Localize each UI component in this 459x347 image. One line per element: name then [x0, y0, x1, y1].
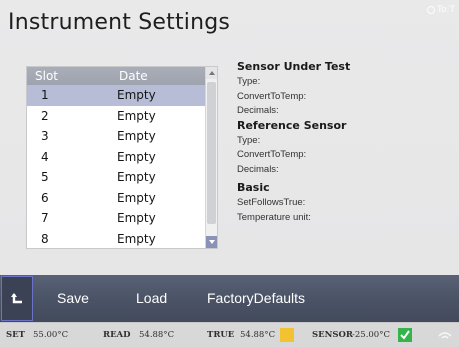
- slot-table-scrollbar[interactable]: [205, 67, 217, 248]
- ref-type-label: Type:: [237, 134, 261, 146]
- slot-cell: 3: [41, 129, 49, 143]
- sensor-label: SENSOR: [312, 330, 353, 340]
- date-cell: Empty: [117, 231, 156, 246]
- scroll-down-icon[interactable]: [206, 236, 217, 248]
- set-follows-true-label: SetFollowsTrue:: [237, 197, 306, 208]
- sensor-value: -25.00°C: [352, 330, 390, 340]
- read-value: 54.88°C: [139, 330, 175, 340]
- scrollbar-thumb[interactable]: [207, 82, 216, 224]
- load-button[interactable]: Load: [136, 290, 167, 306]
- set-label: SET: [6, 330, 25, 340]
- table-row[interactable]: 3 Empty: [27, 126, 207, 147]
- sensor-under-test-heading: Sensor Under Test: [237, 60, 351, 73]
- clock-text: To:T: [436, 5, 455, 15]
- bottom-toolbar: Save Load FactoryDefaults: [0, 275, 459, 322]
- table-row[interactable]: 7 Empty: [27, 208, 207, 229]
- slot-cell: 7: [41, 211, 49, 225]
- ref-convert-label: ConvertToTemp:: [237, 149, 307, 160]
- connection-icon: [438, 332, 452, 339]
- reference-sensor-heading: Reference Sensor: [237, 118, 347, 132]
- table-row[interactable]: 5 Empty: [27, 167, 207, 188]
- date-cell: Empty: [117, 190, 156, 205]
- back-button[interactable]: [1, 276, 33, 321]
- slot-cell: 6: [41, 190, 49, 205]
- factory-defaults-button[interactable]: FactoryDefaults: [207, 290, 305, 306]
- instrument-settings-screen: Instrument Settings To:T Slot Date 1 Emp…: [0, 0, 459, 347]
- table-row[interactable]: 2 Empty: [27, 106, 207, 127]
- date-cell: Empty: [117, 108, 156, 123]
- table-row[interactable]: 8 Empty: [27, 229, 207, 250]
- sut-convert-label: ConvertToTemp:: [237, 90, 307, 102]
- table-row[interactable]: 6 Empty: [27, 188, 207, 209]
- slot-cell: 1: [41, 88, 49, 102]
- slot-cell: 5: [41, 170, 49, 184]
- true-label: TRUE: [207, 330, 235, 340]
- date-cell: Empty: [117, 88, 156, 102]
- date-cell: Empty: [117, 211, 156, 225]
- slot-cell: 4: [41, 149, 49, 164]
- sut-decimals-label: Decimals:: [237, 105, 279, 116]
- scroll-up-icon[interactable]: [206, 67, 217, 79]
- date-cell: Empty: [117, 149, 156, 164]
- warning-status-indicator: [280, 328, 294, 342]
- page-title: Instrument Settings: [8, 10, 231, 35]
- basic-heading: Basic: [237, 181, 270, 194]
- ref-decimals-label: Decimals:: [237, 163, 279, 175]
- slot-cell: 2: [41, 108, 49, 123]
- sut-type-label: Type:: [237, 76, 261, 87]
- slot-cell: 8: [41, 231, 49, 246]
- column-header-date: Date: [119, 69, 148, 83]
- temperature-unit-label: Temperature unit:: [237, 211, 311, 223]
- slot-rows: 1 Empty 2 Empty 3 Empty 4 Empty 5 Empty …: [27, 85, 207, 249]
- save-button[interactable]: Save: [57, 290, 89, 306]
- clock-icon: [426, 6, 435, 14]
- table-row[interactable]: 4 Empty: [27, 147, 207, 168]
- column-header-slot: Slot: [35, 69, 58, 83]
- read-label: READ: [103, 330, 131, 340]
- date-cell: Empty: [117, 129, 156, 143]
- ok-check-icon: [398, 328, 412, 342]
- slot-info-panel: Sensor Under Test Type: ConvertToTemp: D…: [237, 60, 447, 225]
- table-row[interactable]: 1 Empty: [27, 85, 207, 106]
- slot-table[interactable]: Slot Date 1 Empty 2 Empty 3 Empty 4 Empt…: [26, 66, 218, 249]
- status-bar: SET 55.00°C READ 54.88°C TRUE 54.88°C SE…: [0, 322, 459, 347]
- set-value: 55.00°C: [33, 330, 69, 340]
- true-value: 54.88°C: [240, 330, 276, 340]
- date-cell: Empty: [117, 170, 156, 184]
- clock-indicator: To:T: [426, 5, 455, 15]
- slot-table-header: Slot Date: [27, 67, 207, 85]
- back-arrow-icon: [11, 293, 22, 304]
